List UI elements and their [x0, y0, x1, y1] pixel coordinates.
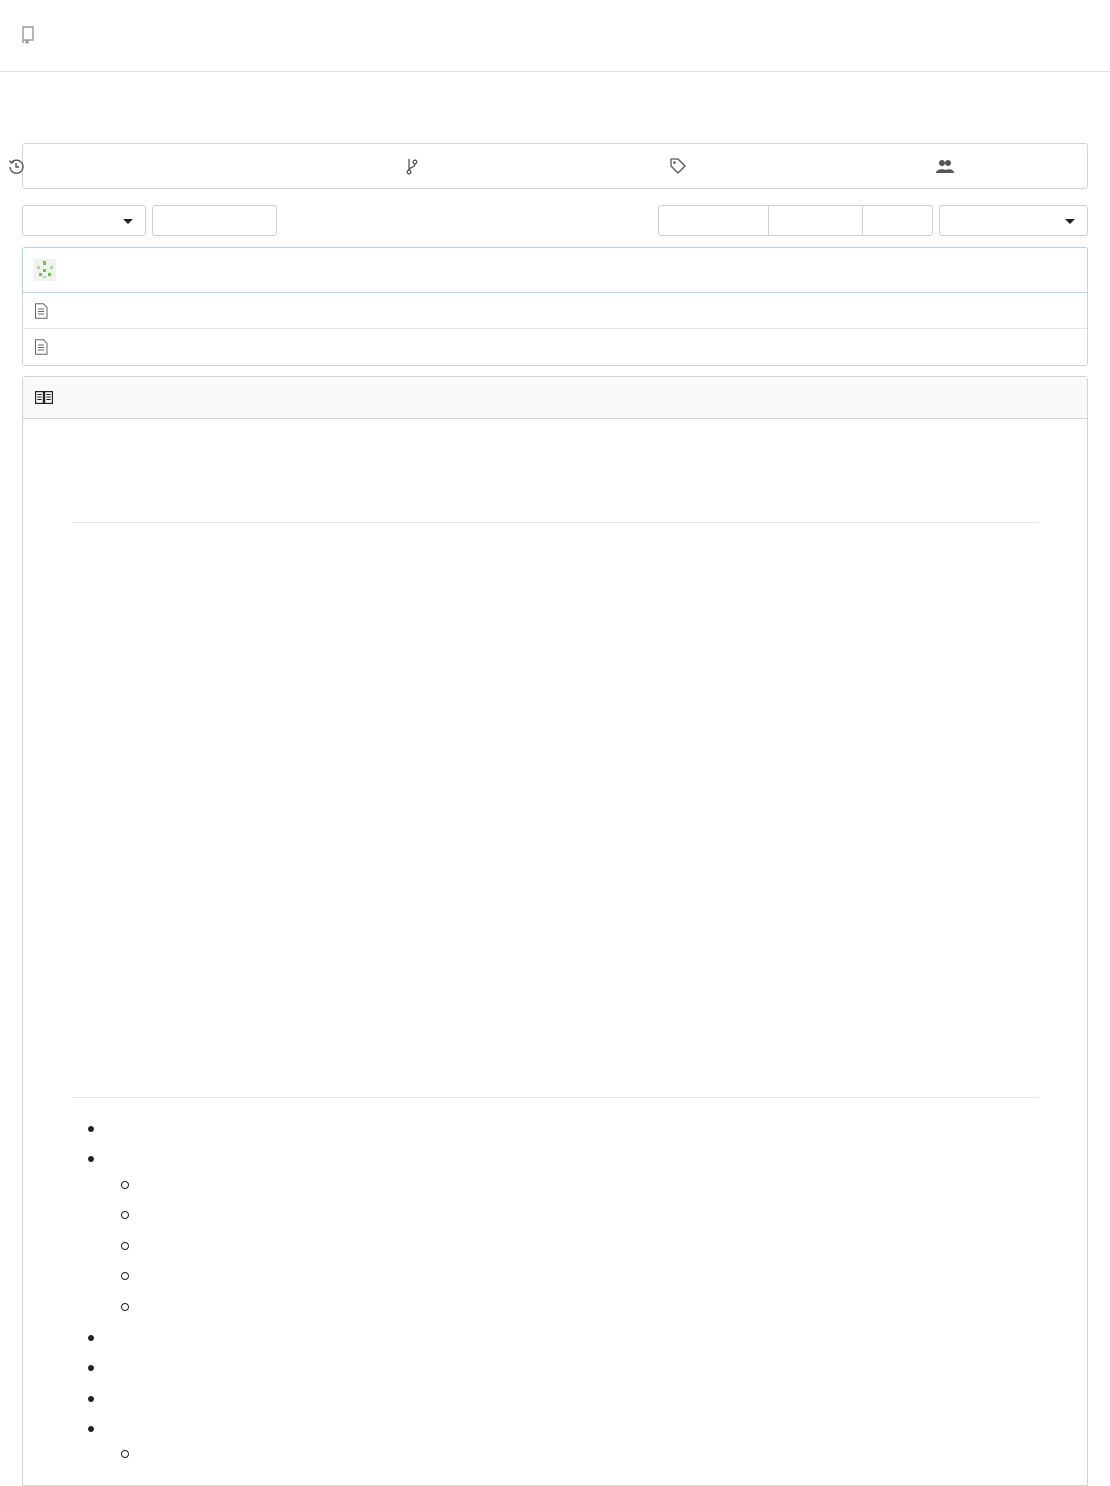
download-dropdown[interactable] [939, 205, 1088, 236]
readme-header [23, 377, 1087, 419]
readme-panel [22, 376, 1088, 1486]
stat-contributors[interactable] [821, 144, 1087, 188]
bullet-marker [88, 1335, 94, 1341]
bullet-marker [88, 1426, 94, 1432]
sub-bullet-marker [121, 1272, 129, 1280]
bullet-marker [88, 1396, 94, 1402]
history-icon [8, 159, 24, 174]
stat-tags[interactable] [555, 144, 821, 188]
latest-commit-row [22, 247, 1088, 293]
file-row[interactable] [23, 329, 1087, 365]
repo-header [0, 0, 1110, 72]
book-icon [35, 391, 53, 404]
bullet-marker [88, 1365, 94, 1371]
horizontal-rule [72, 522, 1039, 523]
sub-bullet-marker [121, 1181, 129, 1189]
bullet-marker [88, 1156, 94, 1162]
repo-icon [22, 26, 34, 44]
identicon-avatar[interactable] [34, 259, 56, 281]
clone-url-group [658, 205, 933, 236]
sub-bullet-marker [121, 1303, 129, 1311]
new-file-button[interactable] [152, 205, 277, 236]
caret-down-icon [123, 219, 133, 224]
file-icon [35, 303, 48, 319]
stat-branches[interactable] [289, 144, 555, 188]
clone-url-input[interactable] [768, 205, 863, 236]
branch-dropdown[interactable] [22, 205, 146, 236]
sub-bullet-marker [121, 1211, 129, 1219]
bullet-marker [88, 1126, 94, 1132]
file-table [22, 247, 1088, 366]
sub-bullet-marker [121, 1450, 129, 1458]
tag-icon [670, 158, 686, 174]
branch-icon [406, 159, 418, 175]
caret-down-icon [1065, 219, 1075, 224]
horizontal-rule [72, 1097, 1039, 1098]
clone-protocol-button[interactable] [658, 205, 769, 236]
contributors-icon [935, 160, 954, 173]
copy-url-button[interactable] [862, 205, 933, 236]
sub-bullet-marker [121, 1242, 129, 1250]
stat-commits[interactable] [8, 144, 289, 188]
file-row[interactable] [23, 293, 1087, 329]
repo-toolbar [22, 205, 1088, 236]
repo-stats-bar [8, 143, 1088, 189]
file-icon [35, 339, 48, 355]
